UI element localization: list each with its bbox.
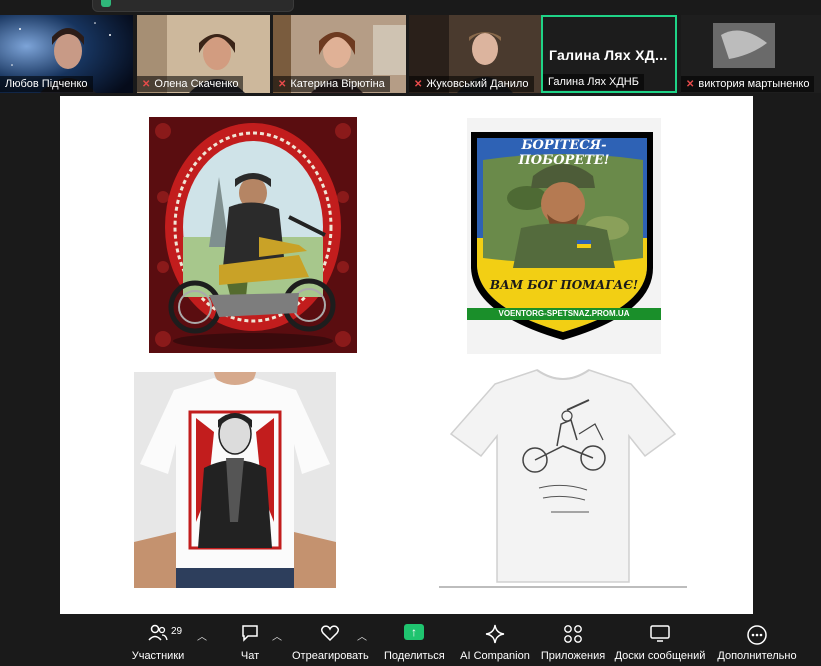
participant-name: Жуковський Данило: [426, 78, 529, 90]
meeting-toolbar: 29 Участники ︿ Чат ︿ Отреагировать ︿ ↑ П…: [0, 618, 821, 666]
participant-name-bar: ✕ виктория мартыненко: [681, 76, 815, 92]
react-caret-icon[interactable]: ︿: [357, 628, 367, 643]
shared-screen: БОРІТЕСЯ-ПОБОРЕТЕ! ВАМ БОГ ПОМАГАЄ! VOEN…: [60, 96, 753, 614]
participant-name: виктория мартыненко: [698, 78, 810, 90]
biker-illustration: [149, 117, 357, 353]
apps-label: Приложения: [540, 650, 606, 662]
whiteboards-label: Доски сообщений: [614, 650, 706, 662]
meeting-security-icon: [101, 0, 111, 7]
patch-top-text: БОРІТЕСЯ-ПОБОРЕТЕ!: [518, 138, 610, 168]
participants-button[interactable]: 29 Участники: [128, 622, 188, 662]
more-button[interactable]: Дополнительно: [714, 622, 800, 662]
window-top-bar: [0, 0, 821, 14]
whiteboards-button[interactable]: Доски сообщений: [614, 622, 706, 662]
active-speaker-tile[interactable]: Галина Лях ХД... Галина Лях ХДНБ: [541, 15, 677, 93]
participant-name: Олена Скаченко: [154, 78, 239, 90]
share-label: Поделиться: [384, 650, 445, 662]
participants-caret-icon[interactable]: ︿: [197, 628, 207, 643]
participant-name: Любов Підченко: [0, 76, 93, 92]
participant-tile[interactable]: Любов Підченко: [0, 15, 133, 93]
react-label: Отреагировать: [292, 650, 369, 662]
share-screen-button[interactable]: ↑ Поделиться: [384, 622, 445, 662]
chat-label: Чат: [240, 650, 260, 662]
participant-tile[interactable]: ✕ Олена Скаченко: [137, 15, 270, 93]
chat-icon: [242, 625, 258, 642]
muted-mic-icon: ✕: [142, 79, 151, 90]
heart-icon: [320, 625, 340, 642]
participant-strip: Любов Підченко ✕ Олена Скаченко ✕ Катерина…: [0, 15, 821, 93]
patch-bottom-text: ВАМ БОГ ПОМАГАЄ!: [489, 278, 639, 292]
tshirt-biker-sketch-image: [439, 364, 687, 588]
participant-tile[interactable]: ✕ виктория мартыненко: [681, 15, 821, 93]
muted-mic-icon: ✕: [414, 79, 423, 90]
ai-companion-button[interactable]: AI Companion: [460, 622, 530, 662]
soldier-patch-image: БОРІТЕСЯ-ПОБОРЕТЕ! ВАМ БОГ ПОМАГАЄ! VOEN…: [467, 118, 661, 354]
apps-icon: [564, 625, 582, 643]
sparkle-icon: [485, 624, 505, 644]
muted-mic-icon: ✕: [278, 79, 287, 90]
participant-name-bar: ✕ Жуковський Данило: [409, 76, 534, 92]
participant-tile[interactable]: ✕ Катерина Вірютіна: [273, 15, 406, 93]
muted-mic-icon: ✕: [686, 79, 695, 90]
ai-companion-label: AI Companion: [460, 650, 530, 662]
participant-name: Катерина Вірютіна: [290, 78, 385, 90]
more-icon: [747, 625, 767, 645]
participants-label: Участники: [131, 650, 185, 662]
participant-name-bar: ✕ Олена Скаченко: [137, 76, 244, 92]
share-screen-icon: ↑: [404, 624, 424, 640]
more-label: Дополнительно: [717, 650, 797, 662]
apps-button[interactable]: Приложения: [538, 622, 608, 662]
participant-tile[interactable]: ✕ Жуковський Данило: [409, 15, 542, 93]
participants-count: 29: [171, 626, 183, 637]
participant-name: Галина Лях ХДНБ: [543, 74, 644, 90]
chat-button[interactable]: Чат: [230, 622, 270, 662]
participant-name-bar: ✕ Катерина Вірютіна: [273, 76, 390, 92]
meeting-info-pill[interactable]: [92, 0, 294, 12]
participant-display-name: Галина Лях ХД...: [549, 47, 668, 63]
patch-url: VOENTORG-SPETSNAZ.PROM.UA: [498, 309, 630, 318]
chat-caret-icon[interactable]: ︿: [272, 628, 282, 643]
participants-icon: [148, 624, 168, 641]
whiteboard-icon: [650, 625, 670, 642]
tshirt-portrait-image: [134, 372, 336, 588]
